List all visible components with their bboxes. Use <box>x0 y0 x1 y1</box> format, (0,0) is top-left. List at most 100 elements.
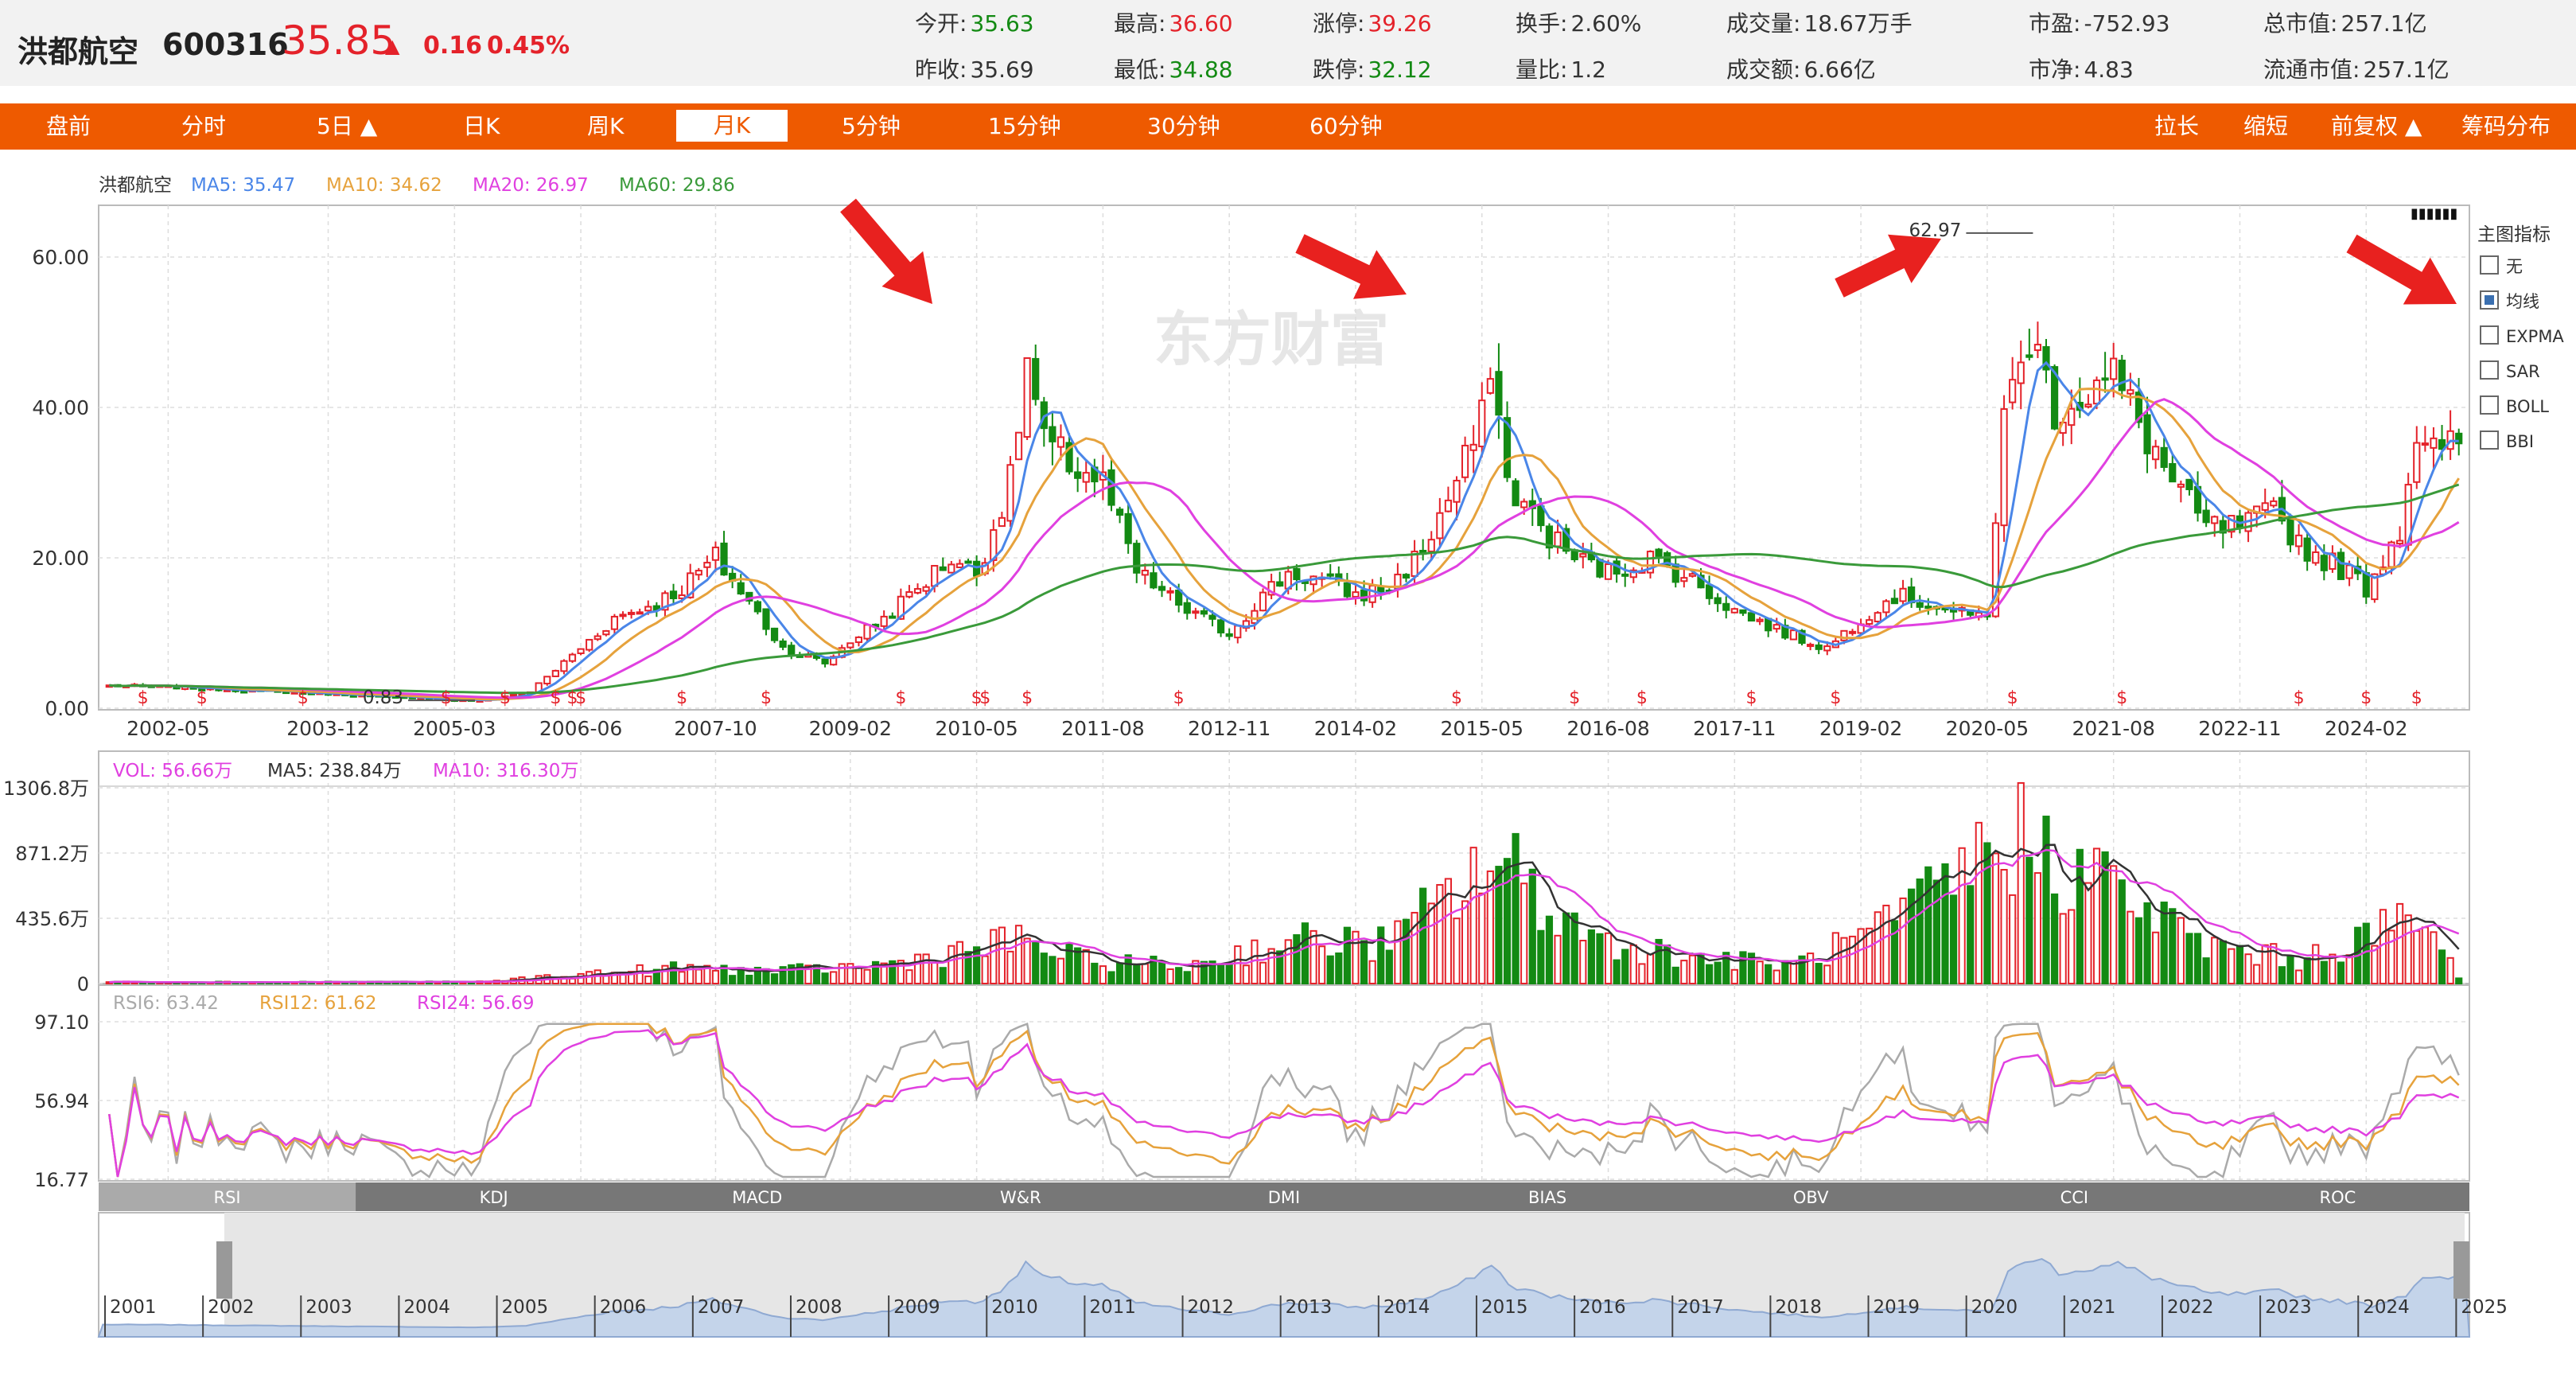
candle <box>2303 537 2311 562</box>
rsi-y-tick: 97.10 <box>34 1011 89 1034</box>
volume-legend-item: VOL: 56.66万 <box>113 761 232 781</box>
candle <box>1772 624 1780 630</box>
indicator-checkbox[interactable] <box>2480 395 2499 415</box>
candle <box>1739 609 1747 614</box>
volume-bar <box>1124 954 1132 985</box>
dividend-marker-icon: $ <box>1830 688 1841 708</box>
candle <box>1166 590 1174 594</box>
indicator-tab[interactable]: CCI <box>2060 1188 2089 1207</box>
dividend-marker-icon: $ <box>1569 688 1580 708</box>
volume-bar <box>2404 914 2412 984</box>
volume-bar <box>2294 969 2303 985</box>
candle <box>586 638 593 651</box>
indicator-tab[interactable]: BIAS <box>1528 1188 1566 1207</box>
x-tick-label: 2024-02 <box>2325 717 2407 740</box>
navigator-year-label: 2007 <box>698 1297 745 1318</box>
navigator-left-handle[interactable] <box>216 1241 232 1299</box>
volume-bar <box>1705 964 1714 985</box>
candle <box>1276 581 1284 587</box>
indicator-option-label[interactable]: 无 <box>2506 257 2523 276</box>
indicator-checkbox[interactable] <box>2480 325 2499 345</box>
candle <box>1343 582 1351 598</box>
candle <box>922 586 930 592</box>
volume-bar <box>1427 902 1435 985</box>
volume-bar <box>2009 894 2017 985</box>
volume-bar <box>2068 909 2076 984</box>
volume-bar <box>2236 945 2244 984</box>
ma20-line <box>109 398 2460 699</box>
indicator-tab[interactable]: ROC <box>2320 1188 2356 1207</box>
indicator-checkbox[interactable] <box>2480 430 2499 450</box>
volume-bar <box>1924 866 1932 984</box>
candle <box>1360 589 1368 602</box>
volume-bar <box>2387 929 2395 984</box>
indicator-checkbox[interactable] <box>2480 255 2499 275</box>
volume-bar <box>981 955 989 984</box>
stock-chart[interactable]: 东方财富 2002-05 2003-12 2005-03 2006-06 2007-10 2… <box>0 0 2576 1383</box>
candle <box>2092 379 2101 405</box>
candle <box>2118 360 2126 392</box>
candle <box>2084 403 2092 408</box>
indicator-option-label[interactable]: BBI <box>2506 432 2534 451</box>
navigator-year-label: 2009 <box>893 1297 940 1318</box>
volume-bar <box>636 964 644 985</box>
candle <box>948 563 955 574</box>
y-tick-label: 40.00 <box>32 396 89 419</box>
indicator-option-label[interactable]: 均线 <box>2506 292 2539 311</box>
candle <box>1815 644 1823 650</box>
volume-bar <box>2152 931 2160 984</box>
candle <box>1049 426 1056 442</box>
indicator-tab[interactable]: W&R <box>1000 1188 1041 1207</box>
volume-bar <box>2202 957 2210 984</box>
candle <box>1554 531 1562 547</box>
indicator-checkbox[interactable] <box>2480 360 2499 380</box>
navigator-year-label: 2014 <box>1383 1297 1430 1318</box>
candle <box>240 690 248 694</box>
dividend-marker-icon: $ <box>298 688 309 708</box>
indicator-tab[interactable]: KDJ <box>480 1188 508 1207</box>
candle <box>1924 606 1932 610</box>
candle <box>711 546 720 561</box>
indicator-tab[interactable]: MACD <box>732 1188 782 1207</box>
indicator-tab[interactable]: DMI <box>1268 1188 1300 1207</box>
candle <box>737 582 745 595</box>
candle <box>846 642 854 649</box>
candle <box>1688 573 1697 577</box>
volume-bar <box>1006 950 1014 984</box>
volume-bar <box>1326 955 1334 984</box>
volume-bar <box>1890 920 1899 985</box>
candle <box>1461 444 1469 478</box>
candle <box>1722 602 1730 611</box>
volume-bar <box>2033 872 2042 985</box>
candle <box>1436 512 1444 540</box>
candle <box>1251 610 1259 624</box>
volume-bar <box>1916 878 1924 984</box>
volume-bar <box>2345 954 2353 985</box>
indicator-option-label[interactable]: BOLL <box>2506 397 2549 416</box>
volume-bar <box>1293 934 1301 985</box>
x-tick-label: 2009-02 <box>809 717 892 740</box>
volume-bar <box>2177 917 2185 984</box>
volume-bar <box>1225 963 1233 984</box>
volume-bar <box>1638 963 1646 984</box>
candle <box>1259 591 1267 612</box>
indicator-tab[interactable]: OBV <box>1793 1188 1829 1207</box>
navigator-year-label: 2015 <box>1481 1297 1528 1318</box>
navigator-right-handle[interactable] <box>2453 1241 2469 1299</box>
volume-bar <box>1932 879 1940 985</box>
volume-bar <box>863 968 871 985</box>
volume-bar <box>854 966 863 985</box>
indicator-option-label[interactable]: EXPMA <box>2506 327 2564 346</box>
rsi-legend-item: RSI24: 56.69 <box>417 993 535 1014</box>
candle <box>1183 602 1191 614</box>
indicator-tab[interactable]: RSI <box>213 1188 240 1207</box>
volume-bar <box>2286 955 2294 984</box>
volume-bar <box>1688 954 1697 985</box>
navigator-year-label: 2023 <box>2265 1297 2312 1318</box>
indicator-option-label[interactable]: SAR <box>2506 362 2540 381</box>
volume-bar <box>1402 918 1411 985</box>
y-tick-label: 60.00 <box>32 246 89 269</box>
navigator-year-label: 2005 <box>502 1297 549 1318</box>
dividend-marker-icon: $ <box>2007 688 2018 708</box>
volume-bar <box>1360 940 1368 985</box>
